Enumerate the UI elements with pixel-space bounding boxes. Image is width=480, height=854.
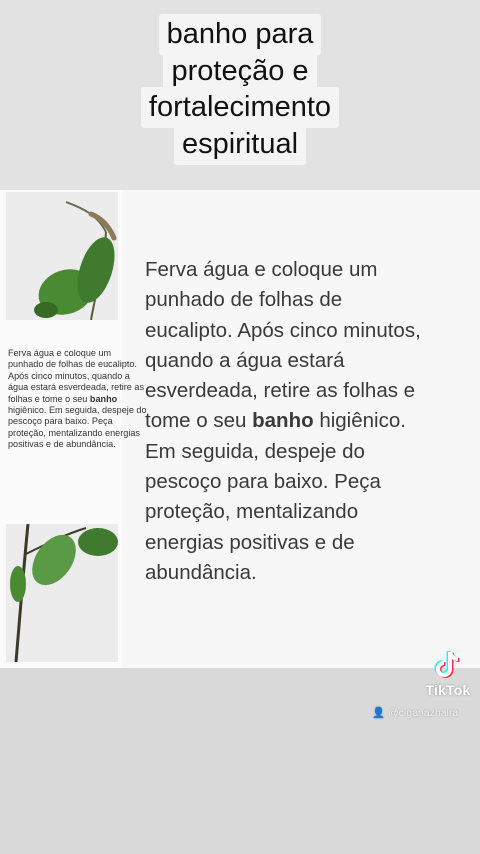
- small-description-text: Ferva água e coloque um punhado de folha…: [8, 348, 147, 450]
- title-line: proteção e: [163, 50, 317, 92]
- text-line: abundância.: [145, 560, 257, 584]
- text-line: pescoço para baixo. Peça: [145, 470, 381, 494]
- text-line: Em seguida, despeje do: [145, 439, 365, 463]
- tiktok-logo-icon: [431, 648, 465, 682]
- title-line: espiritual: [173, 123, 307, 165]
- text-line: energias positivas e de: [145, 530, 355, 554]
- video-title: banho para proteção e fortalecimento esp…: [0, 14, 480, 165]
- person-icon: 👤: [372, 707, 386, 719]
- eucalyptus-leaves-image-bottom: [6, 524, 118, 662]
- text-line: proteção, mentalizando: [145, 500, 359, 524]
- tiktok-watermark: TikTok: [416, 648, 480, 698]
- background-bottom: [0, 668, 480, 854]
- text-line: Ferva água e coloque um: [145, 258, 378, 281]
- title-line: banho para: [158, 14, 322, 55]
- text-line: punhado de folhas de: [145, 288, 343, 312]
- eucalyptus-leaves-image-top: [6, 192, 118, 320]
- text-line: eucalipto. Após cinco minutos,: [145, 318, 421, 342]
- tiktok-brand-label: TikTok: [425, 682, 471, 698]
- tiktok-username: 👤 @ciganazhaira: [372, 707, 459, 719]
- title-line: fortalecimento: [140, 87, 340, 128]
- text-line: tome o seu banho higiênico.: [145, 409, 406, 433]
- main-description-text: Ferva água e coloque um punhado de folha…: [145, 255, 475, 588]
- text-line: quando a água estará: [145, 348, 345, 372]
- text-line: esverdeada, retire as folhas e: [145, 379, 416, 403]
